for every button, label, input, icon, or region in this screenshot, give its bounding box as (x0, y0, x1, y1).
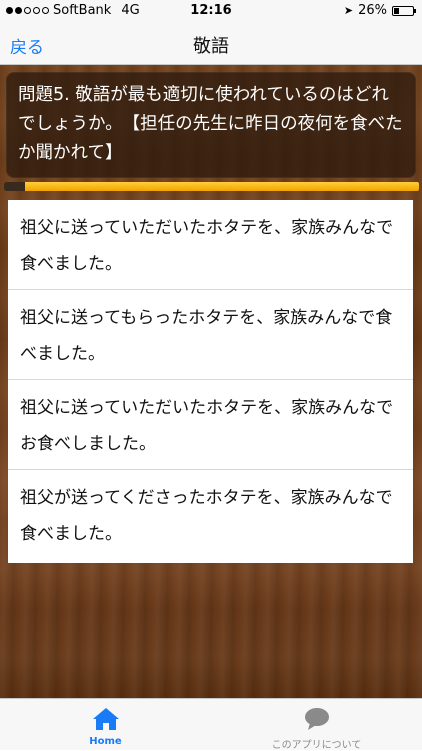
battery-level-fill (394, 7, 399, 14)
progress-fill (4, 182, 25, 191)
page-title: 敬語 (193, 36, 229, 57)
content-area: 問題5. 敬語が最も適切に使われているのはどれでしょうか。 【担任の先生に昨日の… (0, 65, 422, 698)
home-icon (91, 706, 121, 736)
answer-option-1[interactable]: 祖父に送っていただいたホタテを、家族みんなで食べました。 (8, 200, 413, 290)
question-text: 問題5. 敬語が最も適切に使われているのはどれでしょうか。 【担任の先生に昨日の… (18, 85, 403, 163)
answer-option-2[interactable]: 祖父に送ってもらったホタテを、家族みんなで食べました。 (8, 290, 413, 380)
answer-option-3[interactable]: 祖父に送っていただいたホタテを、家族みんなでお食べしました。 (8, 380, 413, 470)
navigation-bar: 戻る 敬語 (0, 22, 422, 65)
answer-text: 祖父に送っていただいたホタテを、家族みんなで食べました。 (20, 218, 394, 274)
tab-about-label: このアプリについて (271, 740, 362, 751)
speech-bubble-icon (302, 706, 332, 736)
status-bar: SoftBank 4G 12:16 ➤ 26% (0, 0, 422, 22)
tab-about-app[interactable]: このアプリについて (211, 699, 422, 751)
progress-bar (4, 182, 419, 191)
answer-text: 祖父に送っていただいたホタテを、家族みんなでお食べしました。 (20, 398, 394, 454)
question-box: 問題5. 敬語が最も適切に使われているのはどれでしょうか。 【担任の先生に昨日の… (6, 72, 416, 178)
battery-info: ➤ 26% (343, 3, 416, 18)
battery-percent: 26% (358, 3, 387, 18)
answer-text: 祖父が送ってくださったホタテを、家族みんなで食べました。 (20, 488, 393, 544)
tab-home-label: Home (89, 736, 122, 747)
battery-icon (392, 5, 416, 16)
answer-option-4[interactable]: 祖父が送ってくださったホタテを、家族みんなで食べました。 (8, 470, 413, 563)
location-arrow-icon: ➤ (343, 4, 354, 17)
answer-text: 祖父に送ってもらったホタテを、家族みんなで食べました。 (20, 308, 393, 364)
tab-home[interactable]: Home (0, 699, 211, 751)
tab-bar: Home このアプリについて (0, 698, 422, 751)
answer-list: 祖父に送っていただいたホタテを、家族みんなで食べました。 祖父に送ってもらったホ… (8, 200, 413, 563)
